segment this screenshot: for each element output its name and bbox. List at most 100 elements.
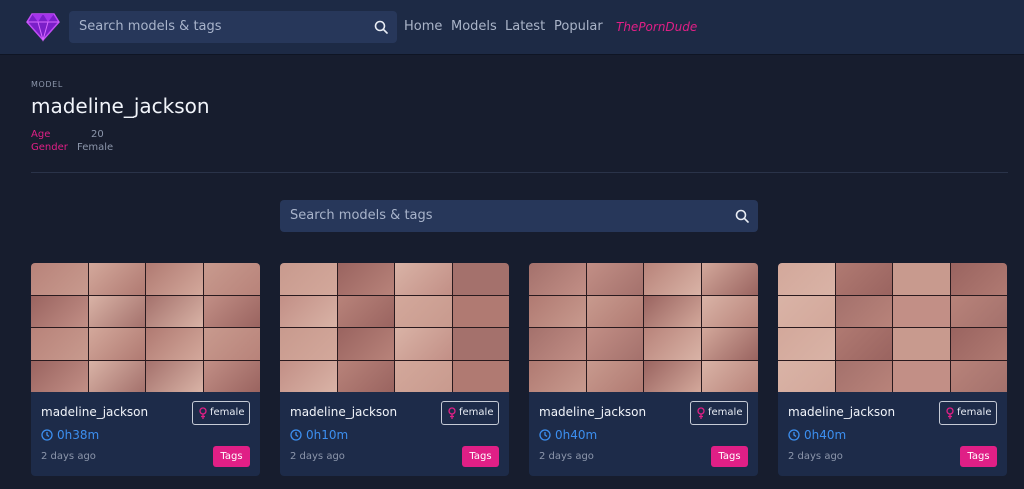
clock-icon <box>788 429 800 441</box>
thumbnail-frame <box>280 328 337 360</box>
header-search-input[interactable]: Search models & tags <box>69 11 397 43</box>
content-search-input[interactable]: Search models & tags <box>280 200 758 232</box>
clock-icon <box>41 429 53 441</box>
thumbnail-frame <box>395 328 452 360</box>
tags-button[interactable]: Tags <box>462 446 499 467</box>
thumbnail-frame <box>835 360 892 392</box>
thumbnail-frame <box>586 328 643 360</box>
thumbnail-frame <box>950 263 1007 295</box>
thumbnail-frame <box>529 263 586 295</box>
thumbnail-frame <box>31 328 88 360</box>
gender-badge[interactable]: female <box>192 401 250 425</box>
thumbnail-frame <box>701 360 758 392</box>
thumbnail-frame <box>644 295 701 327</box>
card-title[interactable]: madeline_jackson <box>539 405 646 419</box>
thumbnail-frame <box>529 360 586 392</box>
gender-badge[interactable]: female <box>441 401 499 425</box>
video-thumbnail-grid[interactable] <box>31 263 260 392</box>
thumbnail-frame <box>644 263 701 295</box>
gender-badge[interactable]: female <box>939 401 997 425</box>
thumbnail-frame <box>950 295 1007 327</box>
thumbnail-frame <box>644 360 701 392</box>
thumbnail-frame <box>586 263 643 295</box>
top-header: Search models & tags Home Models Latest … <box>0 0 1024 55</box>
video-thumbnail-grid[interactable] <box>778 263 1007 392</box>
thumbnail-frame <box>88 295 145 327</box>
thumbnail-frame <box>893 360 950 392</box>
thumbnail-frame <box>395 263 452 295</box>
duration-text: 0h40m <box>804 428 847 442</box>
nav-latest-link[interactable]: Latest <box>505 0 545 55</box>
card-title[interactable]: madeline_jackson <box>290 405 397 419</box>
diamond-logo-icon[interactable] <box>26 12 60 42</box>
thumbnail-frame <box>88 263 145 295</box>
nav-partner-link[interactable]: ThePornDude <box>616 0 697 55</box>
thumbnail-frame <box>701 263 758 295</box>
nav-home-link[interactable]: Home <box>404 0 442 55</box>
gender-badge[interactable]: female <box>690 401 748 425</box>
header-search-placeholder: Search models & tags <box>79 19 222 34</box>
female-symbol-icon <box>448 407 456 419</box>
tags-button[interactable]: Tags <box>960 446 997 467</box>
tags-button[interactable]: Tags <box>213 446 250 467</box>
thumbnail-frame <box>337 360 394 392</box>
nav-models-link[interactable]: Models <box>451 0 497 55</box>
thumbnail-frame <box>88 360 145 392</box>
duration-text: 0h40m <box>555 428 598 442</box>
thumbnail-frame <box>280 263 337 295</box>
thumbnail-frame <box>893 295 950 327</box>
search-icon[interactable] <box>374 20 388 34</box>
thumbnail-frame <box>203 328 260 360</box>
video-duration: 0h10m <box>290 428 348 442</box>
card-title[interactable]: madeline_jackson <box>788 405 895 419</box>
gender-label: Gender <box>31 142 68 153</box>
thumbnail-frame <box>280 295 337 327</box>
thumbnail-frame <box>529 328 586 360</box>
nav-popular-link[interactable]: Popular <box>554 0 603 55</box>
video-card[interactable]: madeline_jackson female 0h38m 2 days ago… <box>31 263 260 476</box>
thumbnail-frame <box>835 295 892 327</box>
tags-button[interactable]: Tags <box>711 446 748 467</box>
thumbnail-frame <box>452 360 509 392</box>
thumbnail-frame <box>701 328 758 360</box>
thumbnail-frame <box>31 263 88 295</box>
thumbnail-frame <box>203 263 260 295</box>
thumbnail-frame <box>835 263 892 295</box>
thumbnail-frame <box>950 328 1007 360</box>
thumbnail-frame <box>644 328 701 360</box>
video-thumbnail-grid[interactable] <box>280 263 509 392</box>
video-thumbnail-grid[interactable] <box>529 263 758 392</box>
video-duration: 0h40m <box>539 428 597 442</box>
section-label: MODEL <box>31 80 63 89</box>
upload-age: 2 days ago <box>539 451 594 462</box>
thumbnail-frame <box>31 295 88 327</box>
duration-text: 0h10m <box>306 428 349 442</box>
thumbnail-frame <box>452 295 509 327</box>
thumbnail-frame <box>893 263 950 295</box>
thumbnail-frame <box>337 328 394 360</box>
card-title[interactable]: madeline_jackson <box>41 405 148 419</box>
search-icon[interactable] <box>735 209 749 223</box>
clock-icon <box>539 429 551 441</box>
age-label: Age <box>31 129 51 140</box>
upload-age: 2 days ago <box>41 451 96 462</box>
duration-text: 0h38m <box>57 428 100 442</box>
thumbnail-frame <box>586 360 643 392</box>
video-duration: 0h38m <box>41 428 99 442</box>
thumbnail-frame <box>586 295 643 327</box>
video-card[interactable]: madeline_jackson female 0h10m 2 days ago… <box>280 263 509 476</box>
thumbnail-frame <box>452 328 509 360</box>
thumbnail-frame <box>337 263 394 295</box>
gender-badge-label: female <box>459 407 494 418</box>
gender-badge-label: female <box>210 407 245 418</box>
thumbnail-frame <box>31 360 88 392</box>
gender-badge-label: female <box>957 407 992 418</box>
thumbnail-frame <box>146 295 203 327</box>
video-card[interactable]: madeline_jackson female 0h40m 2 days ago… <box>778 263 1007 476</box>
video-card[interactable]: madeline_jackson female 0h40m 2 days ago… <box>529 263 758 476</box>
upload-age: 2 days ago <box>788 451 843 462</box>
gender-badge-label: female <box>708 407 743 418</box>
thumbnail-frame <box>88 328 145 360</box>
thumbnail-frame <box>203 295 260 327</box>
page-title: madeline_jackson <box>31 94 210 118</box>
